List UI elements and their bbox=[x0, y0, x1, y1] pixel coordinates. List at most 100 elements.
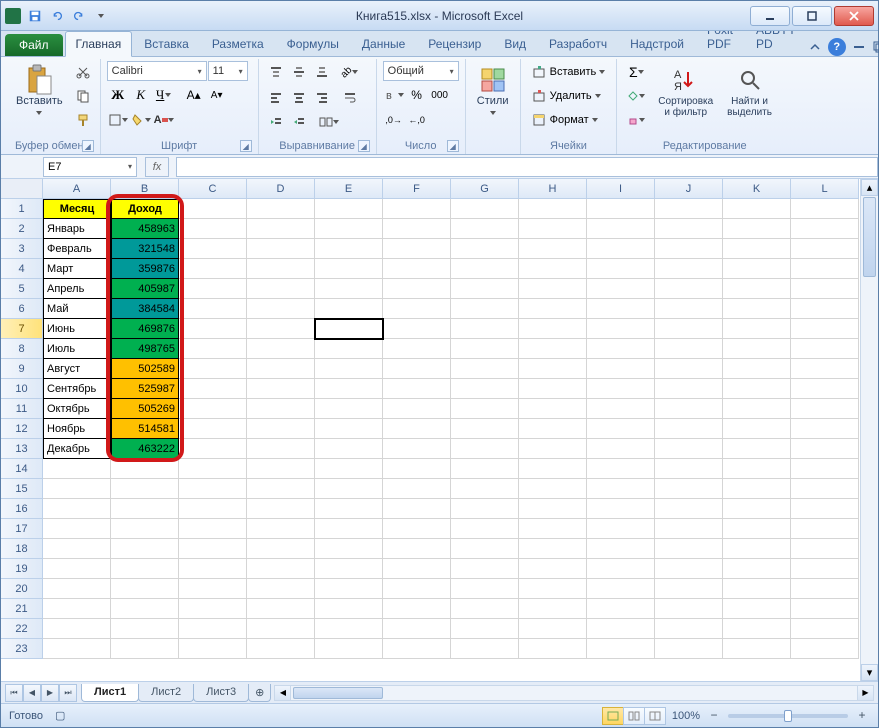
cell-I3[interactable] bbox=[587, 239, 655, 259]
cell-E22[interactable] bbox=[315, 619, 383, 639]
delete-cells-button[interactable]: Удалить bbox=[527, 85, 606, 107]
undo-icon[interactable] bbox=[47, 6, 67, 26]
cell-B23[interactable] bbox=[111, 639, 179, 659]
align-bottom-icon[interactable] bbox=[311, 61, 333, 83]
cell-G14[interactable] bbox=[451, 459, 519, 479]
number-format-select[interactable]: Общий▾ bbox=[383, 61, 459, 81]
cell-A17[interactable] bbox=[43, 519, 111, 539]
cell-E4[interactable] bbox=[315, 259, 383, 279]
cell-G2[interactable] bbox=[451, 219, 519, 239]
cell-C18[interactable] bbox=[179, 539, 247, 559]
cell-E10[interactable] bbox=[315, 379, 383, 399]
cell-E23[interactable] bbox=[315, 639, 383, 659]
cell-L1[interactable] bbox=[791, 199, 859, 219]
fx-button[interactable]: fx bbox=[145, 157, 169, 177]
cell-D3[interactable] bbox=[247, 239, 315, 259]
cell-J14[interactable] bbox=[655, 459, 723, 479]
cell-J23[interactable] bbox=[655, 639, 723, 659]
fill-color-icon[interactable] bbox=[130, 109, 152, 131]
scroll-down-icon[interactable]: ▾ bbox=[861, 664, 878, 681]
align-middle-icon[interactable] bbox=[288, 61, 310, 83]
cell-K21[interactable] bbox=[723, 599, 791, 619]
cell-H20[interactable] bbox=[519, 579, 587, 599]
cell-I9[interactable] bbox=[587, 359, 655, 379]
col-header-I[interactable]: I bbox=[587, 179, 655, 199]
cell-A4[interactable]: Март bbox=[43, 259, 111, 279]
row-header-14[interactable]: 14 bbox=[1, 459, 43, 479]
cell-D18[interactable] bbox=[247, 539, 315, 559]
ribbon-tab-3[interactable]: Формулы bbox=[276, 31, 350, 56]
cell-D19[interactable] bbox=[247, 559, 315, 579]
cell-L13[interactable] bbox=[791, 439, 859, 459]
border-icon[interactable] bbox=[107, 109, 129, 131]
cell-A14[interactable] bbox=[43, 459, 111, 479]
align-left-icon[interactable] bbox=[265, 86, 287, 108]
cell-D10[interactable] bbox=[247, 379, 315, 399]
col-header-D[interactable]: D bbox=[247, 179, 315, 199]
cell-I12[interactable] bbox=[587, 419, 655, 439]
cell-B5[interactable]: 405987 bbox=[111, 279, 179, 299]
cell-B10[interactable]: 525987 bbox=[111, 379, 179, 399]
paste-button[interactable]: Вставить bbox=[11, 61, 68, 121]
cell-A11[interactable]: Октябрь bbox=[43, 399, 111, 419]
cell-F9[interactable] bbox=[383, 359, 451, 379]
cell-K11[interactable] bbox=[723, 399, 791, 419]
cell-L9[interactable] bbox=[791, 359, 859, 379]
cell-J22[interactable] bbox=[655, 619, 723, 639]
cell-D17[interactable] bbox=[247, 519, 315, 539]
row-header-18[interactable]: 18 bbox=[1, 539, 43, 559]
cell-I17[interactable] bbox=[587, 519, 655, 539]
cell-G22[interactable] bbox=[451, 619, 519, 639]
cell-F1[interactable] bbox=[383, 199, 451, 219]
next-sheet-icon[interactable]: ▶ bbox=[41, 684, 59, 702]
cell-J5[interactable] bbox=[655, 279, 723, 299]
underline-button[interactable]: Ч bbox=[153, 84, 175, 106]
row-header-20[interactable]: 20 bbox=[1, 579, 43, 599]
cell-B2[interactable]: 458963 bbox=[111, 219, 179, 239]
accounting-format-icon[interactable]: ʙ bbox=[383, 84, 405, 106]
cell-C11[interactable] bbox=[179, 399, 247, 419]
cell-K23[interactable] bbox=[723, 639, 791, 659]
font-size-select[interactable]: 11▾ bbox=[208, 61, 248, 81]
percent-icon[interactable]: % bbox=[406, 84, 428, 106]
cell-H16[interactable] bbox=[519, 499, 587, 519]
cell-G8[interactable] bbox=[451, 339, 519, 359]
wrap-text-icon[interactable] bbox=[339, 86, 361, 108]
cell-H7[interactable] bbox=[519, 319, 587, 339]
cell-A23[interactable] bbox=[43, 639, 111, 659]
format-cells-button[interactable]: Формат bbox=[527, 109, 603, 131]
increase-decimal-icon[interactable]: ,0→ bbox=[383, 109, 405, 131]
cell-G11[interactable] bbox=[451, 399, 519, 419]
cell-B19[interactable] bbox=[111, 559, 179, 579]
cell-I2[interactable] bbox=[587, 219, 655, 239]
cell-I21[interactable] bbox=[587, 599, 655, 619]
cell-I4[interactable] bbox=[587, 259, 655, 279]
cell-I1[interactable] bbox=[587, 199, 655, 219]
cell-G21[interactable] bbox=[451, 599, 519, 619]
cell-F23[interactable] bbox=[383, 639, 451, 659]
row-header-10[interactable]: 10 bbox=[1, 379, 43, 399]
cell-J6[interactable] bbox=[655, 299, 723, 319]
cell-K3[interactable] bbox=[723, 239, 791, 259]
cell-E20[interactable] bbox=[315, 579, 383, 599]
cell-A5[interactable]: Апрель bbox=[43, 279, 111, 299]
cell-B14[interactable] bbox=[111, 459, 179, 479]
cell-G9[interactable] bbox=[451, 359, 519, 379]
cell-C13[interactable] bbox=[179, 439, 247, 459]
cell-C14[interactable] bbox=[179, 459, 247, 479]
align-dialog-icon[interactable]: ◢ bbox=[358, 140, 370, 152]
cell-C7[interactable] bbox=[179, 319, 247, 339]
row-header-2[interactable]: 2 bbox=[1, 219, 43, 239]
cell-F13[interactable] bbox=[383, 439, 451, 459]
cell-C9[interactable] bbox=[179, 359, 247, 379]
vertical-scrollbar[interactable]: ▴ ▾ bbox=[860, 179, 878, 681]
row-header-13[interactable]: 13 bbox=[1, 439, 43, 459]
page-break-view-button[interactable] bbox=[644, 707, 666, 725]
cell-K13[interactable] bbox=[723, 439, 791, 459]
first-sheet-icon[interactable]: ⏮ bbox=[5, 684, 23, 702]
font-dialog-icon[interactable]: ◢ bbox=[240, 140, 252, 152]
styles-button[interactable]: Стили bbox=[472, 61, 514, 121]
cell-L2[interactable] bbox=[791, 219, 859, 239]
cell-F16[interactable] bbox=[383, 499, 451, 519]
cell-B21[interactable] bbox=[111, 599, 179, 619]
